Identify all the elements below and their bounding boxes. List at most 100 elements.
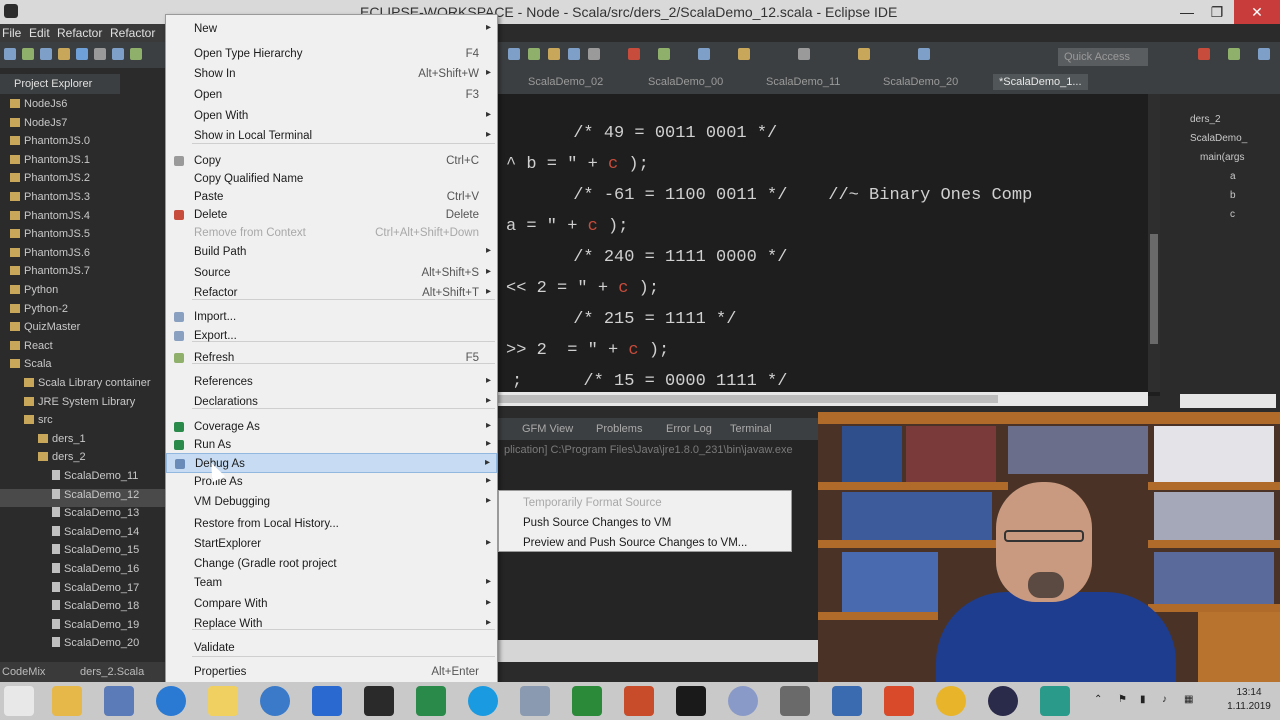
problems-tab[interactable]: Problems: [596, 423, 642, 435]
perspective-icon[interactable]: [1228, 48, 1240, 60]
editor-tab[interactable]: ScalaDemo_00: [648, 76, 723, 88]
menu-item-import[interactable]: Import...: [166, 307, 497, 327]
gfm-view-tab[interactable]: GFM View: [522, 423, 573, 435]
editor-tab-active[interactable]: *ScalaDemo_1...: [993, 74, 1088, 90]
taskbar-clock[interactable]: 13:14 1.11.2019: [1222, 686, 1276, 714]
toolbar-icon[interactable]: [568, 48, 580, 60]
outline-item[interactable]: ScalaDemo_: [1190, 133, 1247, 151]
editor-tab[interactable]: ScalaDemo_20: [883, 76, 958, 88]
menu-item-copy-qualified-name[interactable]: Copy Qualified Name: [166, 169, 497, 189]
tree-file-item[interactable]: ScalaDemo_17: [52, 581, 139, 600]
tree-file-item[interactable]: ScalaDemo_14: [52, 525, 139, 544]
menu-item-compare-with[interactable]: Compare With ▸: [166, 594, 497, 614]
quick-access-input[interactable]: Quick Access: [1058, 48, 1148, 66]
tray-network-icon[interactable]: ▮: [1140, 694, 1146, 705]
tree-folder-item[interactable]: JRE System Library: [24, 396, 135, 414]
outline-item[interactable]: a: [1230, 171, 1236, 189]
toolbar-icon[interactable]: [858, 48, 870, 60]
tray-up-icon[interactable]: ⌃: [1094, 694, 1102, 705]
minimize-button[interactable]: —: [1172, 0, 1202, 24]
preview-push-source-item[interactable]: Preview and Push Source Changes to VM...: [523, 537, 747, 549]
outline-horizontal-scrollbar[interactable]: [1180, 394, 1276, 408]
menu-item-change-gradle-root-project[interactable]: Change (Gradle root project: [166, 554, 497, 574]
file-explorer-icon[interactable]: [52, 686, 82, 716]
print-icon[interactable]: [40, 48, 52, 60]
terminal-tab[interactable]: Terminal: [730, 423, 772, 435]
toolbar-icon[interactable]: [738, 48, 750, 60]
tree-folder-item[interactable]: Scala: [10, 358, 52, 376]
tree-file-item[interactable]: ScalaDemo_16: [52, 563, 139, 581]
scrollbar-thumb[interactable]: [1150, 234, 1158, 344]
camtasia-icon[interactable]: [572, 686, 602, 716]
skype-icon[interactable]: [468, 686, 498, 716]
toolbar-icon[interactable]: [588, 48, 600, 60]
settings-icon[interactable]: [780, 686, 810, 716]
menu-item-refactor[interactable]: Refactor Alt+Shift+T ▸: [166, 283, 497, 303]
toolbar-icon[interactable]: [508, 48, 520, 60]
tree-folder-item[interactable]: React: [10, 340, 53, 358]
menu-item-validate[interactable]: Validate: [166, 638, 497, 658]
tree-file-item[interactable]: ScalaDemo_18: [52, 600, 139, 618]
app-icon[interactable]: [884, 686, 914, 716]
tray-keyboard-icon[interactable]: ▦: [1184, 694, 1193, 705]
sticky-notes-icon[interactable]: [208, 686, 238, 716]
outline-item[interactable]: b: [1230, 190, 1236, 208]
outlook-icon[interactable]: [832, 686, 862, 716]
tree-folder-item[interactable]: PhantomJS.3: [10, 191, 90, 209]
tree-folder-item[interactable]: ders_2: [38, 451, 86, 469]
code-editor[interactable]: /* 49 = 0011 0001 */ ^ b = " + c ); /* -6…: [498, 94, 1160, 406]
tree-file-item[interactable]: ScalaDemo_15: [52, 544, 139, 562]
outline-tab-bar[interactable]: [1170, 72, 1280, 94]
scrollbar-thumb[interactable]: [498, 395, 998, 403]
tree-folder-item[interactable]: PhantomJS.0: [10, 135, 90, 153]
menu-item-open[interactable]: Open F3: [166, 85, 497, 105]
tree-file-item[interactable]: ScalaDemo_19: [52, 618, 139, 637]
tree-folder-item[interactable]: src: [24, 414, 53, 432]
editor-tab[interactable]: ScalaDemo_11: [766, 76, 840, 88]
tree-folder-item[interactable]: PhantomJS.1: [10, 154, 90, 172]
codemix-tab[interactable]: CodeMix: [2, 666, 45, 678]
new-icon[interactable]: [4, 48, 16, 60]
menu-item-replace-with[interactable]: Replace With ▸: [166, 614, 497, 634]
menu-refactor-2[interactable]: Refactor: [110, 26, 155, 40]
refresh-icon[interactable]: [112, 48, 124, 60]
menu-item-references[interactable]: References ▸: [166, 372, 497, 392]
tree-folder-item[interactable]: PhantomJS.2: [10, 172, 90, 190]
menu-item-startexplorer[interactable]: StartExplorer ▸: [166, 534, 497, 554]
project-explorer-tab[interactable]: Project Explorer: [0, 74, 120, 94]
run-icon[interactable]: [130, 48, 142, 60]
eclipse-icon[interactable]: [988, 686, 1018, 716]
outline-item[interactable]: ders_2: [1190, 114, 1221, 132]
editor-vertical-scrollbar[interactable]: [1148, 94, 1160, 392]
push-source-changes-item[interactable]: Push Source Changes to VM: [523, 517, 671, 529]
menu-item-properties[interactable]: Properties Alt+Enter: [166, 662, 497, 682]
help-icon[interactable]: [260, 686, 290, 716]
perspective-icon[interactable]: [1198, 48, 1210, 60]
tree-folder-item[interactable]: QuizMaster: [10, 321, 80, 339]
menu-item-new[interactable]: New ▸: [166, 19, 497, 39]
toolbar-icon[interactable]: [798, 48, 810, 60]
toolbar-icon[interactable]: [628, 48, 640, 60]
menu-file[interactable]: File: [2, 26, 21, 40]
tree-folder-item[interactable]: Python-2: [10, 303, 68, 321]
tree-file-item[interactable]: ScalaDemo_13: [52, 507, 139, 525]
chat-icon[interactable]: [1040, 686, 1070, 716]
windows-start-icon[interactable]: [4, 686, 34, 716]
menu-item-paste[interactable]: Paste Ctrl+V: [166, 187, 497, 207]
menu-item-refresh[interactable]: Refresh F5: [166, 348, 497, 368]
menu-item-export[interactable]: Export...: [166, 326, 497, 346]
tree-file-item[interactable]: ScalaDemo_11: [52, 470, 138, 488]
app-icon[interactable]: [104, 686, 134, 716]
menu-item-declarations[interactable]: Declarations ▸: [166, 392, 497, 412]
tree-folder-item[interactable]: PhantomJS.4: [10, 210, 90, 228]
editor-tab[interactable]: ScalaDemo_02: [528, 76, 603, 88]
tree-folder-item[interactable]: PhantomJS.7: [10, 265, 90, 283]
restore-button[interactable]: ❐: [1202, 0, 1232, 24]
error-log-tab[interactable]: Error Log: [666, 423, 712, 435]
terminal-icon[interactable]: [364, 686, 394, 716]
menu-item-delete[interactable]: Delete Delete: [166, 205, 497, 225]
save-icon[interactable]: [22, 48, 34, 60]
tree-folder-item[interactable]: PhantomJS.6: [10, 247, 90, 265]
toolbar-icon[interactable]: [528, 48, 540, 60]
tree-folder-item[interactable]: NodeJs6: [10, 98, 67, 116]
